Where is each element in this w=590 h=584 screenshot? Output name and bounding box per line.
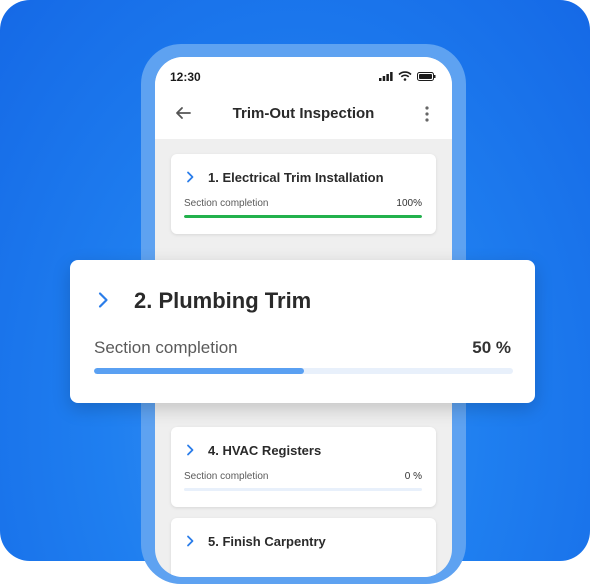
section-card-electrical[interactable]: 1. Electrical Trim Installation Section …: [171, 154, 436, 234]
section-card-plumbing[interactable]: 2. Plumbing Trim Section completion 50 %: [70, 260, 535, 403]
chevron-right-icon[interactable]: [185, 444, 195, 456]
section-title: 4. HVAC Registers: [208, 443, 322, 458]
section-completion-value: 0 %: [404, 471, 422, 482]
chevron-right-icon[interactable]: [185, 171, 195, 183]
section-completion-value: 50 %: [472, 338, 511, 357]
progress-fill: [184, 215, 422, 218]
status-icons: [379, 71, 436, 81]
section-completion-label: Section completion: [94, 338, 238, 357]
section-title: 1. Electrical Trim Installation: [208, 170, 384, 185]
progress-track: [184, 488, 422, 491]
section-title: 2. Plumbing Trim: [134, 288, 312, 313]
section-completion-label: Section completion: [184, 198, 269, 209]
progress-track: [184, 215, 422, 218]
status-time: 12:30: [170, 70, 201, 84]
chevron-right-icon[interactable]: [185, 535, 195, 547]
app-header: 12:30 Trim-Out Inspection: [155, 57, 452, 139]
progress-track: [94, 368, 513, 374]
signal-icon: [379, 71, 393, 81]
more-vertical-icon[interactable]: [424, 105, 430, 123]
battery-icon: [417, 71, 436, 81]
section-title: 5. Finish Carpentry: [208, 534, 326, 549]
progress-fill: [94, 368, 304, 374]
section-completion-label: Section completion: [184, 471, 269, 482]
section-completion-value: 100%: [396, 198, 422, 209]
wifi-icon: [398, 71, 412, 81]
section-card-finish-carpentry[interactable]: 5. Finish Carpentry: [171, 518, 436, 577]
chevron-right-icon[interactable]: [96, 291, 110, 309]
section-card-hvac[interactable]: 4. HVAC Registers Section completion 0 %: [171, 427, 436, 507]
page-title: Trim-Out Inspection: [232, 105, 375, 122]
